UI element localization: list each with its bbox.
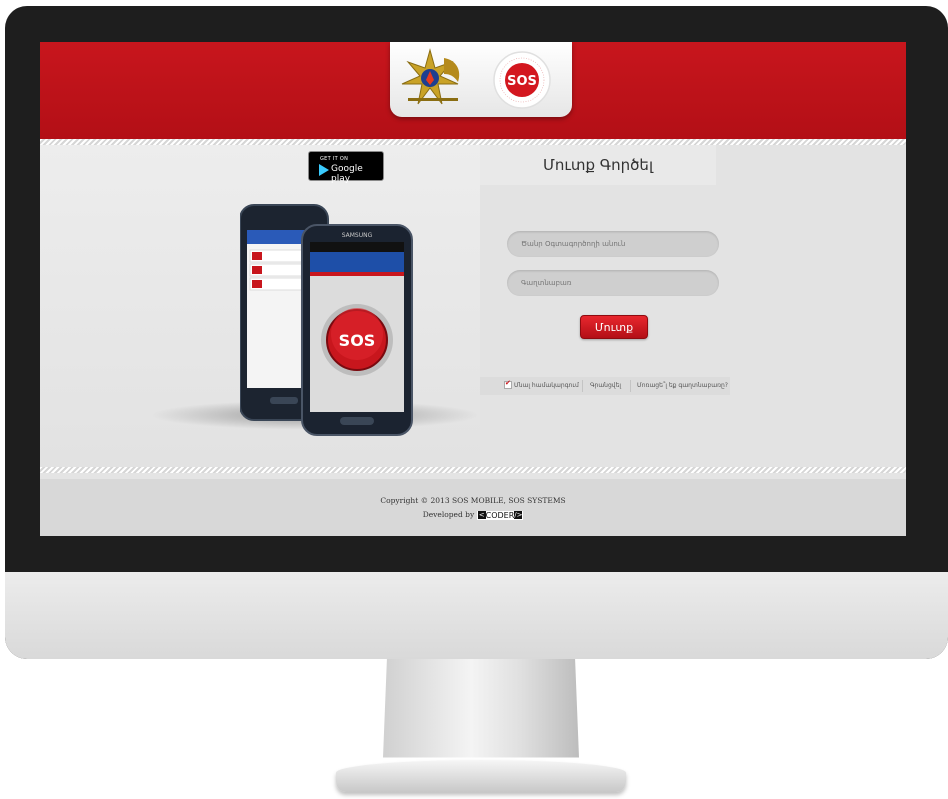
monitor-mockup: SOS GET IT ON Google play SAMSUNG SOS Մո…: [0, 0, 948, 799]
remember-me-label[interactable]: Մնալ համակարգում: [514, 382, 579, 389]
coder-right-bracket-icon: />: [514, 511, 523, 519]
sos-logo-icon: SOS: [493, 51, 551, 109]
coder-logo[interactable]: <CODER/>: [476, 510, 524, 520]
coder-brand-text: CODER: [485, 510, 515, 520]
login-options-bar: ✔ Մնալ համակարգում Գրանցվել Մոռացե՞լ եք …: [480, 377, 730, 395]
google-play-badge[interactable]: GET IT ON Google play: [308, 151, 384, 184]
login-button[interactable]: Մուտք: [580, 315, 648, 339]
login-page: SOS GET IT ON Google play SAMSUNG SOS Մո…: [40, 42, 906, 536]
logo-tab: SOS: [390, 42, 572, 117]
phone-brand-text: SAMSUNG: [342, 232, 373, 239]
monitor-stand-base: [336, 760, 626, 792]
divider-stripe-bottom: [40, 467, 906, 473]
username-input[interactable]: [507, 231, 719, 257]
copyright-text: Copyright © 2013 SOS MOBILE, SOS SYSTEMS: [380, 496, 566, 505]
login-pane: Մուտք Գործել Մուտք ✔ Մնալ համակարգում Գր…: [480, 145, 906, 467]
google-play-small-text: GET IT ON: [320, 156, 349, 162]
monitor-chin: [5, 572, 948, 659]
separator: [630, 380, 631, 392]
separator: [582, 380, 583, 392]
login-title: Մուտք Գործել: [542, 156, 654, 174]
forgot-password-link[interactable]: Մոռացե՞լ եք գաղտնաբառը?: [637, 382, 728, 389]
phones-illustration: SAMSUNG SOS: [240, 204, 413, 436]
developed-by-text: Developed by: [422, 510, 475, 519]
fire-rescue-emblem-icon: [401, 48, 460, 105]
login-title-bar: Մուտք Գործել: [480, 145, 716, 185]
header-band: SOS: [40, 42, 906, 139]
password-input[interactable]: [507, 270, 719, 296]
footer: Copyright © 2013 SOS MOBILE, SOS SYSTEMS…: [40, 479, 906, 536]
promo-pane: GET IT ON Google play SAMSUNG SOS: [40, 145, 480, 467]
coder-left-bracket-icon: <: [477, 511, 486, 519]
google-play-big-text: Google play: [331, 164, 363, 184]
register-link[interactable]: Գրանցվել: [590, 382, 621, 389]
remember-me-checkbox[interactable]: ✔: [504, 379, 512, 389]
play-triangle-icon: [319, 164, 329, 176]
developed-by-line: Developed by <CODER/>: [40, 510, 906, 520]
monitor-stand-neck: [383, 659, 579, 758]
checkmark-icon: ✔: [505, 379, 511, 387]
phone-sos-button-text: SOS: [339, 331, 376, 350]
sos-logo-text: SOS: [507, 74, 537, 89]
